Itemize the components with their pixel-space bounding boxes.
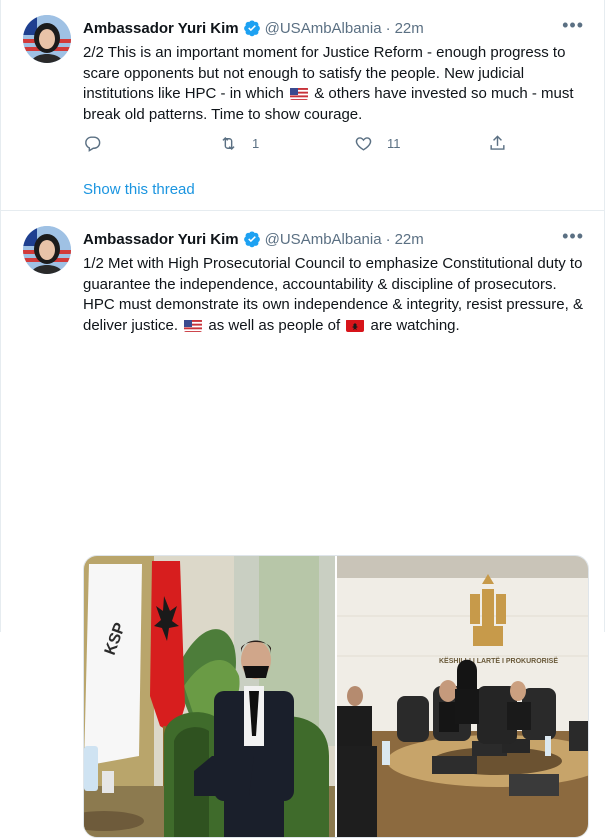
retweet-icon [222,136,235,151]
retweet-button[interactable]: 1 [219,134,259,153]
photo-prosecutor-council[interactable]: KSP [84,556,335,837]
share-icon [490,135,505,150]
show-thread-link[interactable]: Show this thread [83,181,195,198]
photo-meeting-room[interactable]: KËSHILLI I LARTË I PROKURORISË [337,556,588,837]
reply-button[interactable] [83,134,102,153]
heart-icon [355,137,372,151]
tweet-media[interactable]: KSP KËSHILLI I LARTË I PROKURORISË [83,555,589,838]
reply-icon [85,136,101,152]
tweet-text: 2/2 This is an important moment for Just… [83,43,590,125]
tweet-actions: 1 11 [83,134,513,156]
more-options-icon[interactable]: ••• [562,15,584,36]
tweet-time[interactable]: 22m [395,20,424,37]
author-name[interactable]: Ambassador Yuri Kim [83,20,239,37]
tweet-header: Ambassador Yuri Kim @USAmbAlbania · 22m … [83,226,588,250]
albania-flag-icon [346,319,365,332]
avatar[interactable] [23,15,71,63]
more-options-icon[interactable]: ••• [562,226,584,247]
like-count: 11 [387,136,401,151]
tweet-header: Ambassador Yuri Kim @USAmbAlbania · 22m … [83,15,588,39]
tweet-text-part: are watching. [366,316,460,334]
timeline: Ambassador Yuri Kim @USAmbAlbania · 22m … [0,0,605,838]
tweet-text-part: as well as people of [204,316,345,334]
us-flag-icon [184,319,203,332]
tweet-time[interactable]: 22m [395,231,424,248]
council-sign-text: KËSHILLI I LARTË I PROKURORISË [439,657,558,665]
verified-badge-icon [243,231,260,248]
tweet[interactable]: Ambassador Yuri Kim @USAmbAlbania · 22m … [1,0,604,211]
us-flag-icon [290,87,309,100]
retweet-count: 1 [252,136,260,151]
share-button[interactable] [488,134,507,153]
author-handle[interactable]: @USAmbAlbania [265,231,382,248]
like-button[interactable]: 11 [354,134,401,153]
author-name[interactable]: Ambassador Yuri Kim [83,231,239,248]
tweet-text: 1/2 Met with High Prosecutorial Council … [83,254,590,336]
verified-badge-icon [243,20,260,37]
avatar[interactable] [23,226,71,274]
tweet[interactable]: Ambassador Yuri Kim @USAmbAlbania · 22m … [1,211,604,838]
separator-dot: · [385,19,391,37]
author-handle[interactable]: @USAmbAlbania [265,20,382,37]
separator-dot: · [385,230,391,248]
